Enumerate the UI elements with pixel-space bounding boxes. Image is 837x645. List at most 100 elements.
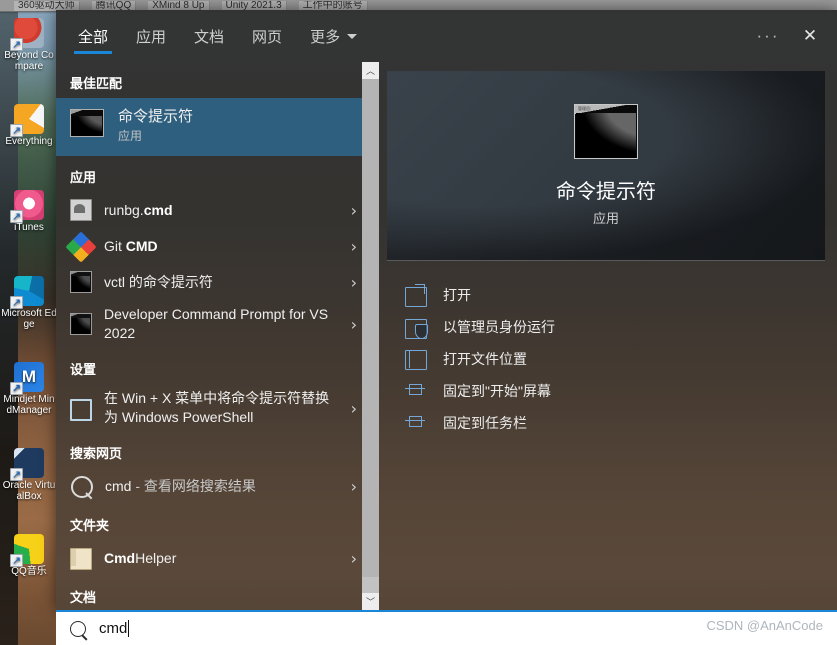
search-results-list[interactable]: 最佳匹配 命令提示符 应用 应用 runbg.cmd › Git CMD › vctl 的命令提… bbox=[56, 62, 379, 610]
mindmanager-icon: M ↗ bbox=[10, 362, 44, 395]
console-icon bbox=[70, 109, 104, 137]
result-row[interactable]: vctl 的命令提示符 › bbox=[56, 264, 379, 300]
result-group-title: 搜索网页 bbox=[70, 446, 123, 461]
preview-action[interactable]: 固定到任务栏 bbox=[405, 407, 825, 439]
scroll-up-icon[interactable]: ︿ bbox=[362, 62, 379, 79]
tab-label: 更多 bbox=[310, 28, 341, 46]
console-icon bbox=[70, 271, 92, 293]
console-icon bbox=[70, 313, 92, 335]
flyout-header: 全部 应用 文档 网页 更多 ··· ✕ bbox=[56, 10, 837, 62]
shield-run-icon bbox=[405, 318, 428, 339]
tab-label: 应用 bbox=[136, 28, 167, 46]
result-text: runbg.cmd bbox=[104, 201, 343, 220]
result-row[interactable]: runbg.cmd › bbox=[56, 192, 379, 228]
search-flyout-panel: 全部 应用 文档 网页 更多 ··· ✕ 最佳匹配 命令提示符 应用 应用 runbg.cmd ›… bbox=[56, 10, 837, 610]
result-group-title: 设置 bbox=[70, 362, 97, 377]
text-cursor bbox=[128, 620, 130, 637]
desktop-icon[interactable]: M ↗ Mindjet MindManager bbox=[0, 358, 58, 444]
desktop-icon-label: iTunes bbox=[14, 222, 44, 233]
result-subtitle: 应用 bbox=[118, 129, 143, 143]
close-icon[interactable]: ✕ bbox=[789, 16, 831, 56]
chevron-right-icon[interactable]: › bbox=[351, 549, 357, 568]
chevron-right-icon[interactable]: › bbox=[351, 315, 357, 334]
chevron-right-icon[interactable]: › bbox=[351, 477, 357, 496]
results-scrollbar[interactable]: ︿ ﹀ bbox=[362, 62, 379, 610]
preview-actions-list[interactable]: 打开以管理员身份运行 打开文件位置固定到"开始"屏幕 固定到任务栏 bbox=[387, 261, 825, 439]
chevron-right-icon[interactable]: › bbox=[351, 399, 357, 418]
result-row[interactable]: 在 Win + X 菜单中将命令提示符替换为 Windows PowerShel… bbox=[56, 384, 379, 432]
result-title: runbg.cmd bbox=[104, 201, 343, 220]
desktop-icon[interactable]: ↗ QQ音乐 bbox=[0, 530, 58, 616]
title-part: Git bbox=[104, 237, 126, 254]
desktop-icon-label: Everything bbox=[5, 136, 53, 147]
more-options-button[interactable]: ··· bbox=[747, 16, 789, 56]
preview-pane: 管理员: 命令提示符 应用 打开 以管理员身份运行 打开文件位置 固定到"开始"屏幕固… bbox=[379, 62, 837, 610]
result-text: cmd - 查看网络搜索结果 bbox=[105, 477, 343, 496]
tab-全部[interactable]: 全部 bbox=[64, 10, 122, 62]
watermark: CSDN @AnAnCode bbox=[706, 618, 823, 633]
tab-bar[interactable]: 全部 应用 文档 网页 更多 bbox=[64, 10, 371, 62]
result-title: Git CMD bbox=[104, 237, 343, 256]
desktop-icon-label: Microsoft Edge bbox=[1, 308, 57, 330]
result-row[interactable]: cmd - 查看网络搜索结果 › bbox=[56, 468, 379, 504]
result-title: vctl 的命令提示符 bbox=[104, 273, 213, 290]
desktop-icon-label: Oracle VirtualBox bbox=[2, 480, 56, 502]
search-icon bbox=[71, 475, 93, 498]
desktop-icon[interactable]: ↗ Oracle VirtualBox bbox=[0, 444, 58, 530]
scrollbar-thumb[interactable] bbox=[362, 79, 379, 577]
result-row[interactable]: CmdHelper › bbox=[56, 540, 379, 576]
shortcut-arrow-icon: ↗ bbox=[10, 296, 23, 309]
console-icon-large: 管理员: bbox=[574, 104, 638, 159]
desktop-icon[interactable]: ↗ Microsoft Edge bbox=[0, 272, 58, 358]
result-text: CmdHelper bbox=[104, 549, 343, 568]
title-match: Cmd bbox=[104, 549, 136, 566]
preview-action-label: 打开文件位置 bbox=[443, 351, 527, 367]
file-location-icon bbox=[405, 349, 427, 370]
pin-icon bbox=[405, 415, 427, 435]
open-icon bbox=[405, 283, 427, 307]
scroll-down-icon[interactable]: ﹀ bbox=[362, 593, 379, 610]
desktop-icon[interactable]: ↗ Beyond Compare bbox=[0, 14, 58, 100]
tab-网页[interactable]: 网页 bbox=[238, 10, 296, 62]
chevron-down-icon bbox=[347, 33, 358, 39]
result-row[interactable]: Developer Command Prompt for VS 2022 › bbox=[56, 300, 379, 348]
title-match: cmd bbox=[143, 201, 173, 218]
settings-icon bbox=[70, 398, 92, 421]
chevron-right-icon[interactable]: › bbox=[351, 273, 357, 292]
tab-文档[interactable]: 文档 bbox=[180, 10, 238, 62]
chevron-right-icon[interactable]: › bbox=[351, 237, 357, 256]
preview-action[interactable]: 固定到"开始"屏幕 bbox=[405, 375, 825, 407]
shortcut-arrow-icon: ↗ bbox=[10, 210, 23, 223]
window-controls[interactable]: ··· ✕ bbox=[747, 10, 831, 62]
result-row[interactable]: Git CMD › bbox=[56, 228, 379, 264]
result-title: 在 Win + X 菜单中将命令提示符替换为 Windows PowerShel… bbox=[104, 390, 330, 425]
result-text: vctl 的命令提示符 bbox=[104, 273, 343, 292]
preview-app-type: 应用 bbox=[592, 211, 619, 226]
preview-action[interactable]: 以管理员身份运行 bbox=[405, 311, 825, 343]
git-icon bbox=[65, 230, 97, 263]
folder-icon bbox=[70, 548, 92, 570]
tab-label: 网页 bbox=[252, 28, 283, 46]
search-input-value[interactable]: cmd bbox=[99, 620, 127, 637]
desktop-icon-label: QQ音乐 bbox=[11, 566, 47, 577]
beyond-compare-icon: ↗ bbox=[10, 18, 44, 51]
shortcut-arrow-icon: ↗ bbox=[10, 382, 23, 395]
title-part: runbg. bbox=[104, 201, 144, 218]
shortcut-arrow-icon: ↗ bbox=[10, 124, 23, 137]
qqmusic-icon: ↗ bbox=[10, 534, 44, 567]
result-group-title: 文件夹 bbox=[70, 518, 110, 533]
desktop-icon[interactable]: ↗ iTunes bbox=[0, 186, 58, 272]
preview-action-label: 固定到"开始"屏幕 bbox=[443, 383, 551, 399]
preview-action-label: 以管理员身份运行 bbox=[443, 319, 555, 335]
tab-更多[interactable]: 更多 bbox=[296, 10, 371, 62]
preview-action[interactable]: 打开 bbox=[405, 279, 825, 311]
tab-应用[interactable]: 应用 bbox=[122, 10, 180, 62]
preview-action-label: 固定到任务栏 bbox=[443, 415, 527, 431]
desktop-icon-label: Beyond Compare bbox=[4, 50, 54, 72]
preview-action[interactable]: 打开文件位置 bbox=[405, 343, 825, 375]
result-text: 命令提示符 应用 bbox=[118, 107, 357, 145]
desktop-icon-column[interactable]: ↗ Beyond Compare ↗ Everything ↗ iTunes ↗ Micros… bbox=[0, 14, 58, 645]
desktop-icon[interactable]: ↗ Everything bbox=[0, 100, 58, 186]
best-match-row[interactable]: 命令提示符 应用 bbox=[56, 98, 379, 156]
chevron-right-icon[interactable]: › bbox=[351, 201, 357, 220]
